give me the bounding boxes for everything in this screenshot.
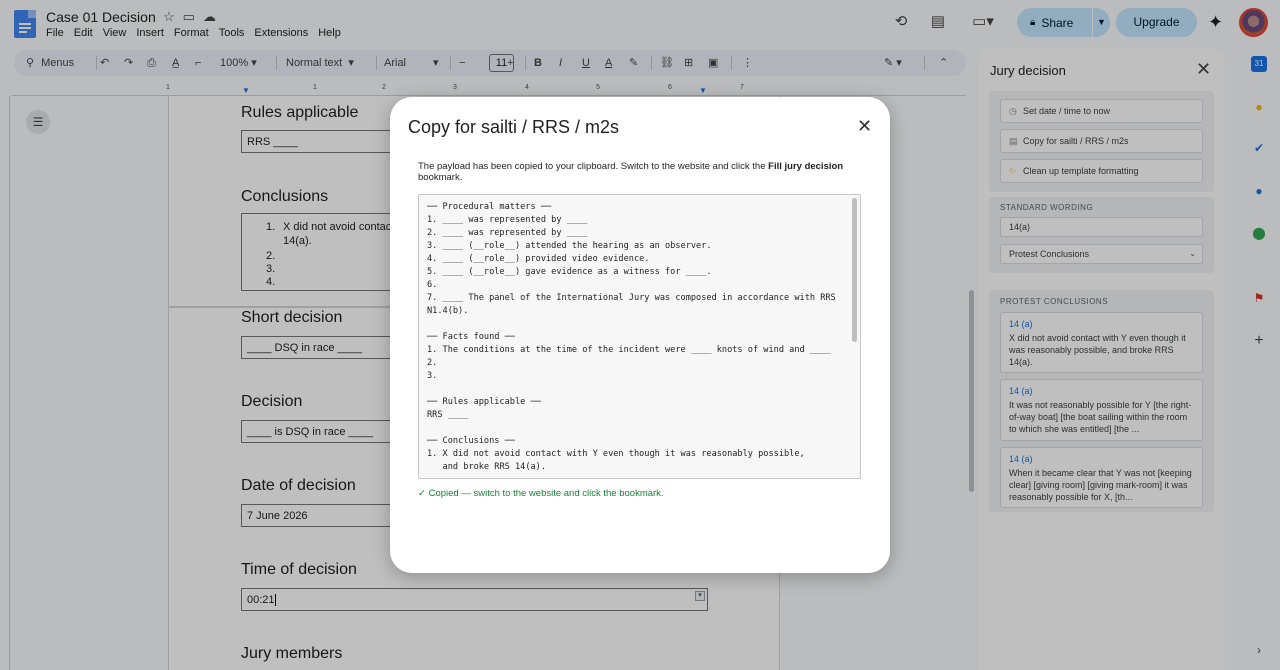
dialog-title: Copy for sailti / RRS / m2s: [408, 117, 620, 137]
dialog-description: The payload has been copied to your clip…: [418, 161, 844, 183]
payload-text: ── Procedural matters ── 1. ____ was rep…: [427, 202, 836, 472]
payload-scrollbar[interactable]: [852, 198, 857, 342]
copy-payload-dialog: Copy for sailti / RRS / m2s ✕ The payloa…: [390, 97, 890, 573]
payload-textarea[interactable]: ── Procedural matters ── 1. ____ was rep…: [418, 194, 861, 479]
copied-status: ✓ Copied — switch to the website and cli…: [418, 488, 664, 499]
bookmark-name: Fill jury decision: [768, 161, 844, 172]
close-icon[interactable]: ✕: [857, 116, 872, 137]
